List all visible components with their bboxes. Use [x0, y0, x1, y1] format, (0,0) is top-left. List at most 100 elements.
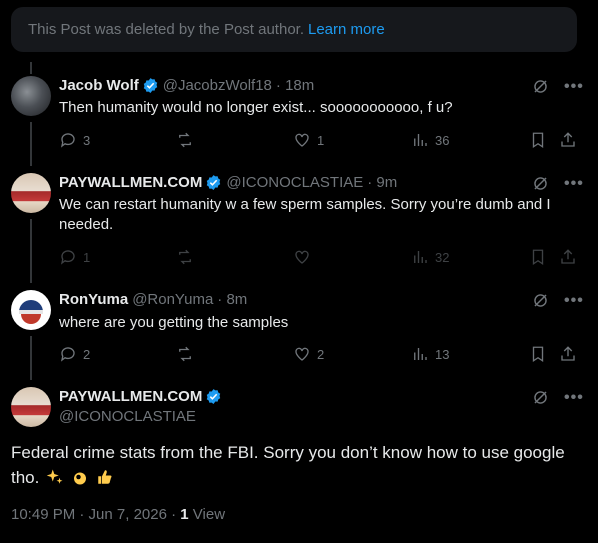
bookmark-icon — [532, 249, 544, 266]
grok-icon[interactable] — [531, 77, 550, 96]
post-meta: 10:49 PM · Jun 7, 2026 · 1 View — [11, 506, 225, 523]
view-count: 13 — [435, 346, 450, 362]
views-icon — [414, 134, 427, 146]
view-count: 36 — [435, 132, 450, 148]
views-icon — [414, 251, 427, 263]
like-button[interactable]: 2 — [293, 344, 324, 364]
author-handle[interactable]: @ICONOCLASTIAE — [59, 408, 196, 425]
grok-icon[interactable] — [531, 174, 550, 193]
like-icon — [295, 347, 309, 361]
author-handle[interactable]: @RonYuma — [132, 291, 213, 308]
main-post-body: Federal crime stats from the FBI. Sorry … — [11, 443, 565, 487]
reply-text: We can restart humanity w a few sperm sa… — [59, 196, 551, 233]
thread-line — [30, 122, 32, 166]
author-handle[interactable]: @ICONOCLASTIAE — [226, 174, 363, 191]
repost-button[interactable] — [176, 130, 194, 150]
views-icon — [414, 348, 427, 360]
avatar[interactable] — [11, 290, 51, 330]
repost-icon — [179, 132, 191, 148]
like-button[interactable] — [293, 247, 311, 267]
more-icon[interactable]: ••• — [564, 292, 584, 310]
deleted-post-notice: This Post was deleted by the Post author… — [11, 7, 577, 52]
view-count: 1 — [180, 506, 189, 523]
share-icon — [561, 132, 575, 147]
verified-icon — [205, 388, 222, 405]
repost-button[interactable] — [176, 247, 194, 267]
share-icon — [561, 346, 575, 361]
main-post-header: PAYWALLMEN.COM — [59, 388, 226, 405]
action-bar: 2 2 13 — [59, 344, 579, 364]
bookmark-button[interactable] — [529, 247, 547, 267]
reply-icon — [60, 133, 75, 148]
views-button[interactable]: 32 — [411, 247, 449, 267]
author-name[interactable]: Jacob Wolf — [59, 77, 139, 94]
reply-text: where are you getting the samples — [59, 314, 289, 331]
reply-header: PAYWALLMEN.COM @ICONOCLASTIAE · 9m — [59, 174, 397, 191]
reply-count: 3 — [83, 132, 91, 148]
more-icon[interactable]: ••• — [564, 78, 584, 96]
thread-line — [30, 219, 32, 283]
deleted-notice-text: This Post was deleted by the Post author… — [28, 21, 304, 38]
view-count: 32 — [435, 249, 450, 265]
views-button[interactable]: 13 — [411, 344, 449, 364]
post-menu: ••• — [531, 174, 584, 193]
bookmark-icon — [532, 346, 544, 363]
like-icon — [295, 250, 309, 264]
reply-count: 1 — [83, 249, 91, 265]
learn-more-link[interactable]: Learn more — [308, 21, 385, 38]
reply-button[interactable]: 2 — [59, 344, 90, 364]
reply-icon — [60, 347, 75, 362]
reply-header: Jacob Wolf @JacobzWolf18 · 18m — [59, 77, 314, 94]
like-button[interactable]: 1 — [293, 130, 324, 150]
ok-hand-icon — [73, 472, 86, 485]
avatar[interactable] — [11, 76, 51, 116]
like-count: 1 — [317, 132, 325, 148]
thread-line — [30, 62, 32, 74]
repost-icon — [179, 346, 191, 362]
bookmark-button[interactable] — [529, 130, 547, 150]
thumbs-up-icon — [97, 470, 112, 484]
reply-text: Then humanity would no longer exist... s… — [59, 99, 453, 116]
more-icon[interactable]: ••• — [564, 389, 584, 407]
views-button[interactable]: 36 — [411, 130, 449, 150]
more-icon[interactable]: ••• — [564, 175, 584, 193]
main-post-handle-row: @ICONOCLASTIAE — [59, 408, 196, 425]
bookmark-icon — [532, 132, 544, 149]
timestamp[interactable]: · 9m — [367, 174, 397, 191]
author-handle[interactable]: @JacobzWolf18 — [163, 77, 272, 94]
sparkles-icon — [46, 469, 63, 484]
share-button[interactable] — [559, 130, 577, 150]
repost-icon — [179, 249, 191, 265]
verified-icon — [142, 77, 159, 94]
avatar[interactable] — [11, 173, 51, 213]
bookmark-button[interactable] — [529, 344, 547, 364]
grok-icon[interactable] — [531, 291, 550, 310]
timestamp[interactable]: · 8m — [217, 291, 247, 308]
post-timestamp[interactable]: 10:49 PM · Jun 7, 2026 · — [11, 506, 176, 523]
like-count: 2 — [317, 346, 325, 362]
post-menu: ••• — [531, 388, 584, 407]
repost-button[interactable] — [176, 344, 194, 364]
verified-icon — [205, 174, 222, 191]
views-label: View — [192, 506, 226, 523]
action-bar: 1 32 — [59, 247, 579, 267]
reply-button[interactable]: 1 — [59, 247, 90, 267]
main-post-text: Federal crime stats from the FBI. Sorry … — [11, 440, 581, 490]
author-name[interactable]: PAYWALLMEN.COM — [59, 174, 202, 191]
avatar-image — [19, 300, 43, 324]
post-menu: ••• — [531, 77, 584, 96]
reply-button[interactable]: 3 — [59, 130, 90, 150]
grok-icon[interactable] — [531, 388, 550, 407]
reply-header: RonYuma @RonYuma · 8m — [59, 291, 247, 308]
share-button[interactable] — [559, 344, 577, 364]
share-button[interactable] — [559, 247, 577, 267]
reply-count: 2 — [83, 346, 91, 362]
thread-line — [30, 336, 32, 380]
like-icon — [295, 133, 309, 147]
avatar[interactable] — [11, 387, 51, 427]
author-name[interactable]: PAYWALLMEN.COM — [59, 388, 202, 405]
author-name[interactable]: RonYuma — [59, 291, 128, 308]
action-bar: 3 1 36 — [59, 130, 579, 150]
reply-icon — [60, 250, 75, 265]
timestamp[interactable]: · 18m — [276, 77, 314, 94]
